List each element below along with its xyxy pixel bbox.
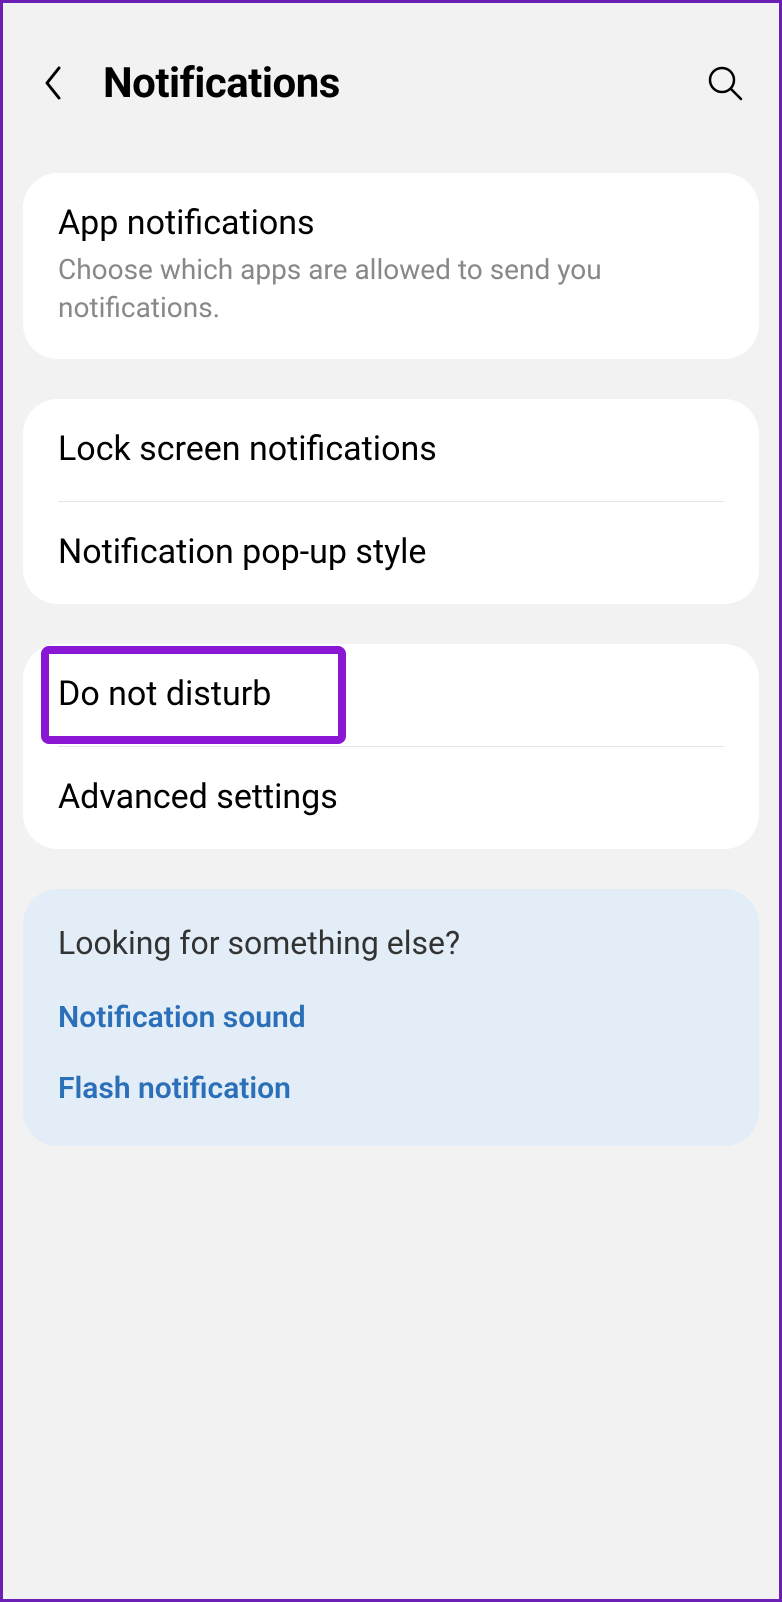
setting-title: Lock screen notifications bbox=[58, 429, 724, 469]
suggestion-link-flash-notification[interactable]: Flash notification bbox=[23, 1053, 759, 1146]
setting-lock-screen-notifications[interactable]: Lock screen notifications bbox=[23, 399, 759, 501]
settings-group: Do not disturb Advanced settings bbox=[23, 644, 759, 849]
setting-app-notifications[interactable]: App notifications Choose which apps are … bbox=[23, 173, 759, 359]
suggestions-card: Looking for something else? Notification… bbox=[23, 889, 759, 1146]
setting-subtitle: Choose which apps are allowed to send yo… bbox=[58, 251, 724, 327]
setting-notification-popup-style[interactable]: Notification pop-up style bbox=[23, 502, 759, 604]
suggestions-heading: Looking for something else? bbox=[23, 889, 759, 982]
setting-title: Do not disturb bbox=[58, 674, 724, 714]
setting-advanced-settings[interactable]: Advanced settings bbox=[23, 747, 759, 849]
settings-group: App notifications Choose which apps are … bbox=[23, 173, 759, 359]
setting-title: App notifications bbox=[58, 203, 724, 243]
suggestion-link-notification-sound[interactable]: Notification sound bbox=[23, 982, 759, 1053]
back-icon[interactable] bbox=[33, 63, 73, 103]
setting-title: Notification pop-up style bbox=[58, 532, 724, 572]
settings-group: Lock screen notifications Notification p… bbox=[23, 399, 759, 604]
search-icon[interactable] bbox=[701, 59, 749, 107]
setting-do-not-disturb[interactable]: Do not disturb bbox=[23, 644, 759, 746]
setting-title: Advanced settings bbox=[58, 777, 724, 817]
page-title: Notifications bbox=[103, 59, 701, 108]
header: Notifications bbox=[3, 3, 779, 173]
